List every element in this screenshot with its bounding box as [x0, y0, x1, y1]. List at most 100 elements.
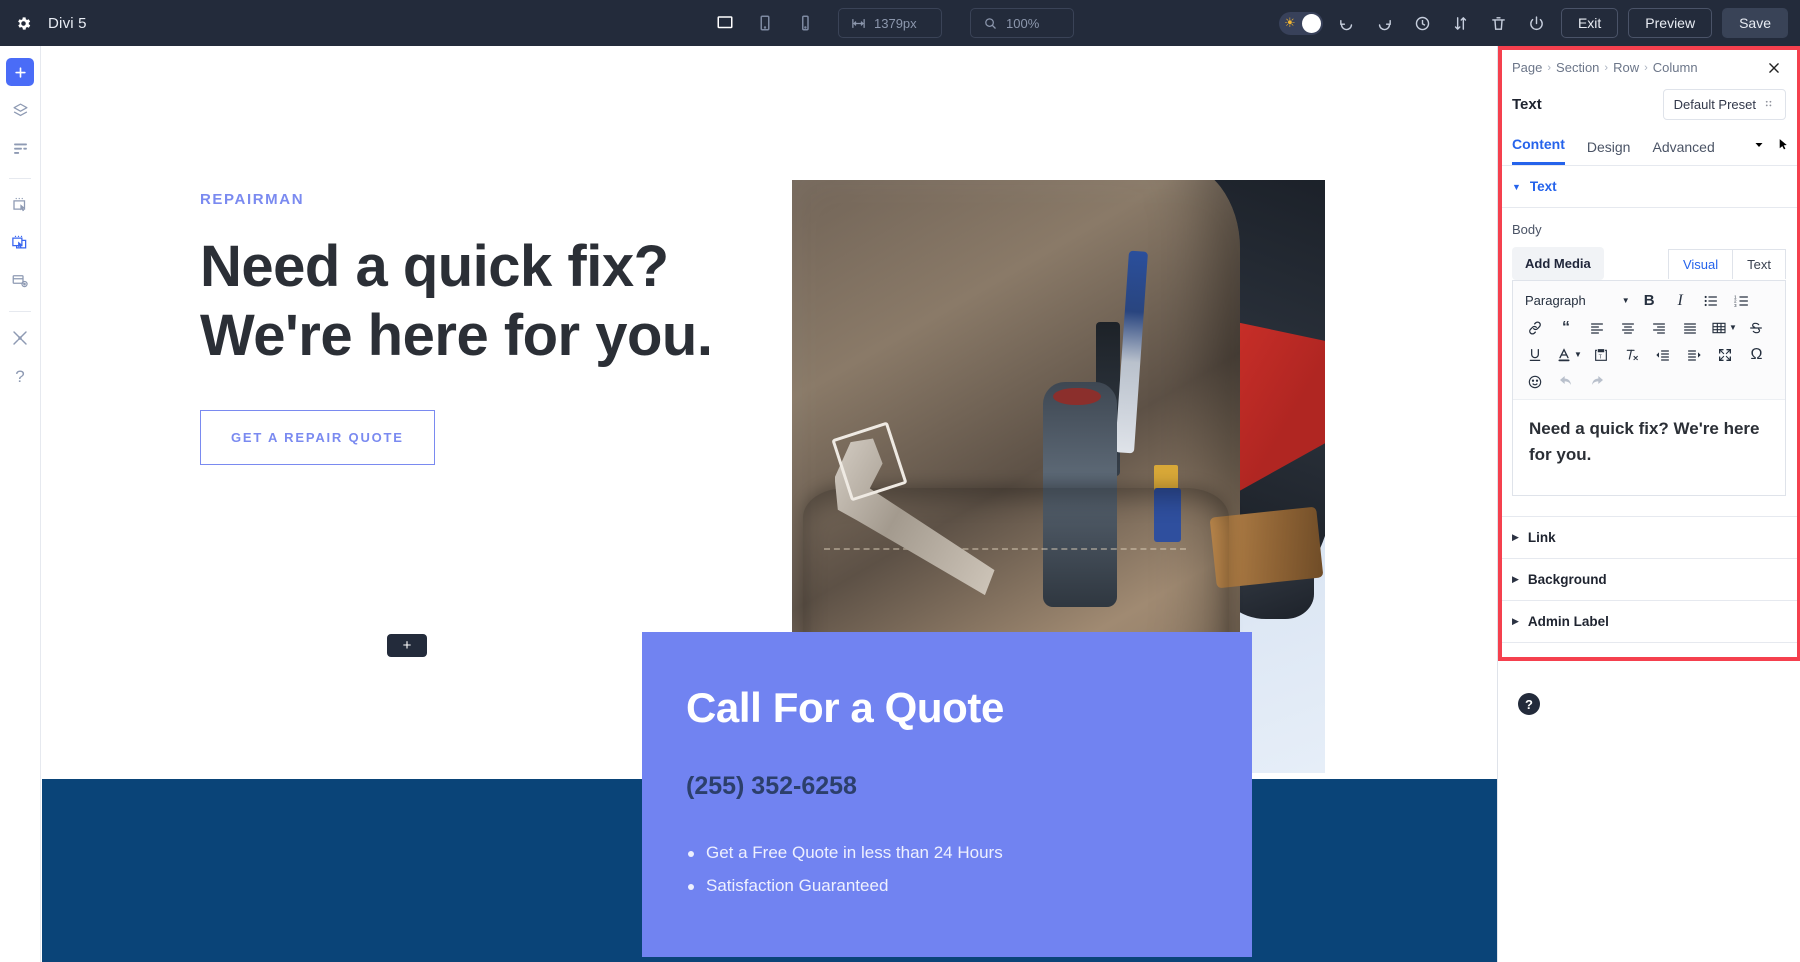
help-icon[interactable]: ? [1518, 693, 1540, 715]
breadcrumb-page[interactable]: Page [1512, 60, 1542, 75]
app-title: Divi 5 [48, 14, 87, 32]
bold-icon[interactable]: B [1634, 287, 1665, 314]
align-justify-icon[interactable] [1674, 314, 1705, 341]
tools-icon[interactable] [6, 324, 34, 352]
table-icon[interactable]: ▼ [1705, 314, 1741, 341]
panel-tabs: Content Design Advanced [1498, 120, 1800, 166]
list-item: Satisfaction Guaranteed [686, 876, 1208, 896]
breadcrumb-separator: › [1547, 61, 1552, 74]
redo-icon[interactable] [1581, 368, 1612, 395]
tab-text[interactable]: Text [1732, 248, 1786, 279]
layers-icon[interactable] [6, 96, 34, 124]
wireframe-toggle[interactable]: ☀ [1278, 11, 1323, 35]
indent-icon[interactable] [1679, 341, 1710, 368]
power-icon[interactable] [1523, 9, 1551, 37]
cta-button[interactable]: GET A REPAIR QUOTE [200, 410, 435, 466]
caret-right-icon: ▶ [1512, 616, 1519, 626]
hero-section: REPAIRMAN Need a quick fix? We're here f… [42, 46, 1497, 773]
zoom-level-value: 100% [1006, 15, 1040, 31]
section-text-label: Text [1529, 179, 1557, 194]
preset-select[interactable]: Default Preset [1662, 89, 1786, 120]
tab-visual[interactable]: Visual [1667, 248, 1733, 279]
rte-toolbar: Paragraph ▼ B I 123 “ ▼ ▼ T Ω [1513, 281, 1785, 400]
quote-benefits-list: Get a Free Quote in less than 24 Hours S… [686, 843, 1208, 896]
breadcrumb-separator: › [1604, 61, 1609, 74]
breadcrumb-column[interactable]: Column [1653, 60, 1698, 75]
rich-text-editor: Paragraph ▼ B I 123 “ ▼ ▼ T Ω Need a qui… [1512, 280, 1786, 496]
section-background-header[interactable]: ▶ Background [1498, 559, 1800, 601]
viewport-width-field[interactable]: 1379px [838, 8, 942, 38]
module-name: Text [1512, 96, 1542, 113]
blockquote-icon[interactable]: “ [1550, 314, 1581, 341]
select-module-icon[interactable] [6, 191, 34, 219]
responsive-icon[interactable] [6, 267, 34, 295]
add-icon[interactable] [6, 58, 34, 86]
section-link-header[interactable]: ▶ Link [1498, 516, 1800, 559]
align-center-icon[interactable] [1612, 314, 1643, 341]
close-icon[interactable] [1764, 58, 1784, 78]
tab-content[interactable]: Content [1512, 136, 1565, 165]
desktop-icon[interactable] [710, 8, 740, 38]
chevron-down-icon: ▼ [1729, 323, 1737, 332]
quote-card[interactable]: Call For a Quote (255) 352-6258 Get a Fr… [642, 632, 1252, 957]
underline-icon[interactable] [1519, 341, 1550, 368]
module-header-row: Text Default Preset [1498, 75, 1800, 120]
numbered-list-icon[interactable]: 123 [1727, 287, 1758, 314]
sort-icon[interactable] [1447, 9, 1475, 37]
cursor-icon [1777, 138, 1790, 156]
caret-right-icon: ▶ [1512, 532, 1519, 542]
multi-select-icon[interactable] [6, 229, 34, 257]
tablet-icon[interactable] [750, 8, 780, 38]
add-media-button[interactable]: Add Media [1512, 247, 1604, 280]
tab-design[interactable]: Design [1587, 139, 1631, 165]
emoji-icon[interactable] [1519, 368, 1550, 395]
undo-icon[interactable] [1333, 9, 1361, 37]
link-icon[interactable] [1519, 314, 1550, 341]
list-icon[interactable] [6, 134, 34, 162]
strikethrough-icon[interactable] [1741, 314, 1772, 341]
breadcrumb-row[interactable]: Row [1613, 60, 1639, 75]
caret-down-icon: ▼ [1512, 181, 1521, 192]
editor-mode-tabs: Visual Text [1667, 248, 1786, 279]
align-right-icon[interactable] [1643, 314, 1674, 341]
exit-button[interactable]: Exit [1560, 8, 1619, 38]
photo-stitching [823, 547, 1187, 550]
redo-icon[interactable] [1371, 9, 1399, 37]
left-sidebar: ? [0, 46, 41, 962]
tab-advanced[interactable]: Advanced [1652, 139, 1714, 165]
undo-icon[interactable] [1550, 368, 1581, 395]
bulleted-list-icon[interactable] [1696, 287, 1727, 314]
gear-icon[interactable] [12, 12, 34, 34]
section-admin-label-header[interactable]: ▶ Admin Label [1498, 601, 1800, 643]
section-text-header[interactable]: ▼ Text [1498, 166, 1800, 208]
history-icon[interactable] [1409, 9, 1437, 37]
paste-as-text-icon[interactable]: T [1586, 341, 1617, 368]
outdent-icon[interactable] [1648, 341, 1679, 368]
phone-icon[interactable] [790, 8, 820, 38]
zoom-level-field[interactable]: 100% [970, 8, 1074, 38]
help-icon[interactable]: ? [6, 362, 34, 390]
preview-button[interactable]: Preview [1628, 8, 1713, 38]
hero-headline[interactable]: Need a quick fix? We're here for you. [200, 232, 720, 370]
trash-icon[interactable] [1485, 9, 1513, 37]
chevron-down-icon[interactable] [1753, 138, 1765, 156]
svg-text:T: T [1599, 354, 1603, 360]
hero-text-column: REPAIRMAN Need a quick fix? We're here f… [200, 191, 720, 466]
sun-icon: ☀ [1283, 14, 1296, 30]
add-row-button[interactable]: + [387, 634, 427, 657]
save-button[interactable]: Save [1722, 8, 1788, 38]
format-select[interactable]: Paragraph ▼ [1519, 287, 1634, 314]
list-item: Get a Free Quote in less than 24 Hours [686, 843, 1208, 863]
text-color-icon[interactable]: ▼ [1550, 341, 1586, 368]
body-field-label: Body [1512, 222, 1542, 237]
special-character-icon[interactable]: Ω [1741, 341, 1772, 368]
breadcrumb: Page › Section › Row › Column [1498, 46, 1800, 75]
topbar-left-group: Divi 5 [0, 12, 87, 34]
italic-icon[interactable]: I [1665, 287, 1696, 314]
fullscreen-icon[interactable] [1710, 341, 1741, 368]
editor-text-content[interactable]: Need a quick fix? We're here for you. [1513, 400, 1785, 495]
clear-formatting-icon[interactable] [1617, 341, 1648, 368]
svg-text:3: 3 [1734, 303, 1737, 308]
breadcrumb-section[interactable]: Section [1556, 60, 1599, 75]
align-left-icon[interactable] [1581, 314, 1612, 341]
